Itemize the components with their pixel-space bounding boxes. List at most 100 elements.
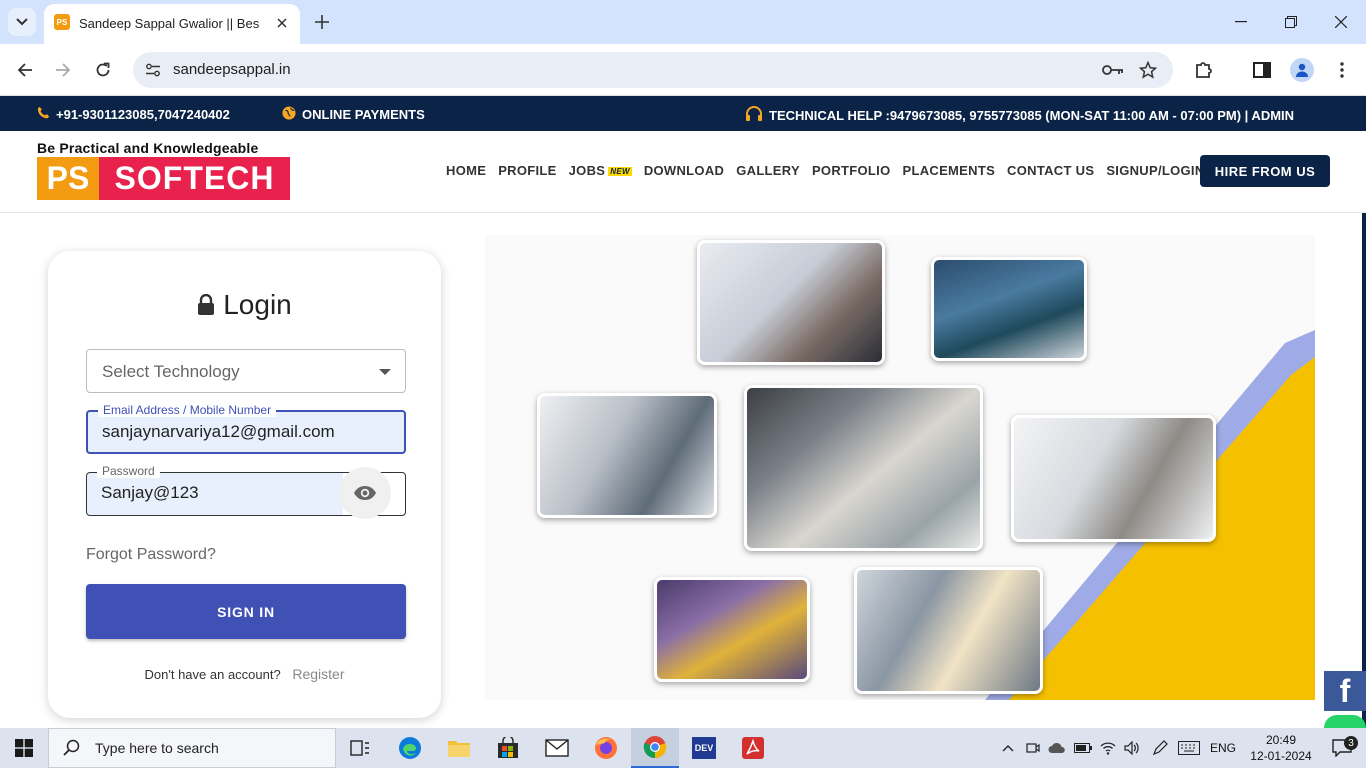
taskbar-clock[interactable]: 20:49 12-01-2024 bbox=[1248, 732, 1314, 764]
nav-jobs[interactable]: JOBS NEW bbox=[569, 163, 632, 178]
register-line: Don't have an account? Register bbox=[48, 666, 441, 682]
topbar-online-payments[interactable]: ONLINE PAYMENTS bbox=[282, 106, 425, 123]
site-favicon-icon: PS bbox=[54, 14, 70, 30]
sign-in-button[interactable]: SIGN IN bbox=[86, 584, 406, 639]
browser-tab-active[interactable]: PS Sandeep Sappal Gwalior || Best bbox=[44, 4, 300, 44]
login-title: Login bbox=[48, 289, 441, 321]
start-button[interactable] bbox=[0, 728, 48, 768]
firefox-icon bbox=[595, 737, 617, 759]
photo-office-team bbox=[697, 240, 885, 365]
main-nav: HOME PROFILE JOBS NEW DOWNLOAD GALLERY PO… bbox=[446, 163, 1217, 178]
taskbar-firefox[interactable] bbox=[582, 728, 630, 768]
taskbar-search[interactable]: Type here to search bbox=[48, 728, 336, 768]
notification-count-badge: 3 bbox=[1344, 736, 1358, 750]
windows-logo-icon bbox=[15, 739, 33, 757]
hire-from-us-button[interactable]: HIRE FROM US bbox=[1200, 155, 1330, 187]
page-scrollbar[interactable] bbox=[1362, 213, 1366, 728]
taskbar-chrome[interactable] bbox=[631, 728, 679, 768]
new-tab-button[interactable] bbox=[308, 8, 336, 36]
password-key-button[interactable] bbox=[1101, 58, 1125, 82]
restore-button[interactable] bbox=[1266, 0, 1316, 44]
clock-date: 12-01-2024 bbox=[1250, 749, 1312, 763]
task-view-button[interactable] bbox=[336, 728, 384, 768]
topbar-payments-text: ONLINE PAYMENTS bbox=[302, 107, 425, 122]
close-window-button[interactable] bbox=[1316, 0, 1366, 44]
photo-business-group bbox=[854, 567, 1043, 694]
caret-down-icon bbox=[379, 369, 391, 375]
nav-profile[interactable]: PROFILE bbox=[498, 163, 556, 178]
nav-contact[interactable]: CONTACT US bbox=[1007, 163, 1094, 178]
reload-button[interactable] bbox=[88, 55, 118, 85]
meet-now-icon[interactable] bbox=[1026, 741, 1040, 755]
taskbar-file-explorer[interactable] bbox=[435, 728, 483, 768]
site-topbar: +91-9301123085,7047240402 ONLINE PAYMENT… bbox=[0, 96, 1366, 131]
close-icon bbox=[1335, 16, 1347, 28]
register-link[interactable]: Register bbox=[292, 666, 344, 682]
browser-menu-button[interactable] bbox=[1328, 56, 1356, 84]
photo-coworkers-laptop bbox=[1011, 415, 1216, 542]
nav-signup-login[interactable]: SIGNUP/LOGIN bbox=[1106, 163, 1204, 178]
notification-center-button[interactable]: 3 bbox=[1318, 728, 1366, 768]
nav-placements[interactable]: PLACEMENTS bbox=[902, 163, 995, 178]
lock-icon bbox=[198, 294, 215, 315]
mail-icon bbox=[545, 739, 569, 757]
profile-button[interactable] bbox=[1288, 56, 1316, 84]
bookmark-star-button[interactable] bbox=[1136, 58, 1160, 82]
keyboard-icon[interactable] bbox=[1178, 741, 1200, 755]
volume-icon[interactable] bbox=[1124, 741, 1140, 755]
language-indicator[interactable]: ENG bbox=[1210, 741, 1236, 755]
close-icon bbox=[277, 18, 287, 28]
nav-home[interactable]: HOME bbox=[446, 163, 486, 178]
clock-time: 20:49 bbox=[1265, 733, 1297, 747]
pen-icon[interactable] bbox=[1152, 740, 1168, 756]
onedrive-cloud-icon[interactable] bbox=[1048, 742, 1066, 754]
nav-portfolio[interactable]: PORTFOLIO bbox=[812, 163, 891, 178]
globe-icon bbox=[282, 106, 296, 123]
tab-search-button[interactable] bbox=[8, 8, 36, 36]
minimize-icon bbox=[1235, 21, 1247, 23]
password-toggle-area bbox=[339, 467, 405, 519]
facebook-button[interactable]: f bbox=[1324, 671, 1366, 711]
site-info-button[interactable] bbox=[141, 58, 165, 82]
email-value: sanjaynarvariya12@gmail.com bbox=[102, 422, 335, 441]
windows-taskbar: Type here to search DEV ENG 20:49 12-01-… bbox=[0, 728, 1366, 768]
arrow-left-icon bbox=[17, 63, 32, 77]
password-label: Password bbox=[97, 464, 160, 478]
nav-gallery[interactable]: GALLERY bbox=[736, 163, 800, 178]
main-content: Login Select Technology Email Address / … bbox=[0, 213, 1366, 728]
taskbar-mail[interactable] bbox=[533, 728, 581, 768]
site-header: Be Practical and Knowledgeable PS SOFTEC… bbox=[0, 131, 1366, 213]
technology-select[interactable]: Select Technology bbox=[86, 349, 406, 393]
forgot-password-link[interactable]: Forgot Password? bbox=[86, 546, 216, 564]
chevron-up-icon[interactable] bbox=[1002, 744, 1014, 752]
back-button[interactable] bbox=[10, 55, 40, 85]
email-field[interactable]: Email Address / Mobile Number sanjaynarv… bbox=[86, 403, 406, 454]
avatar bbox=[1290, 58, 1314, 82]
person-icon bbox=[1296, 63, 1308, 77]
taskbar-store[interactable] bbox=[484, 728, 532, 768]
logo-tagline: Be Practical and Knowledgeable bbox=[37, 140, 259, 156]
topbar-phone[interactable]: +91-9301123085,7047240402 bbox=[37, 106, 230, 122]
site-logo[interactable]: PS SOFTECH bbox=[37, 157, 290, 200]
extensions-button[interactable] bbox=[1190, 56, 1218, 84]
address-bar[interactable]: sandeepsappal.in bbox=[133, 52, 1173, 88]
password-field[interactable]: Password Sanjay@123 bbox=[86, 464, 406, 519]
forward-button[interactable] bbox=[48, 55, 78, 85]
side-panel-button[interactable] bbox=[1248, 56, 1276, 84]
no-account-text: Don't have an account? bbox=[144, 667, 281, 682]
puzzle-icon bbox=[1196, 62, 1212, 78]
store-icon bbox=[498, 737, 518, 758]
tab-close-button[interactable] bbox=[272, 13, 292, 33]
nav-download[interactable]: DOWNLOAD bbox=[644, 163, 724, 178]
key-icon bbox=[1102, 65, 1123, 75]
wifi-icon[interactable] bbox=[1100, 741, 1116, 755]
minimize-button[interactable] bbox=[1216, 0, 1266, 44]
show-password-button[interactable] bbox=[339, 467, 391, 519]
topbar-technical-help: TECHNICAL HELP :9479673085, 9755773085 (… bbox=[745, 106, 1294, 125]
taskbar-dev-app[interactable]: DEV bbox=[680, 728, 728, 768]
taskbar-edge[interactable] bbox=[386, 728, 434, 768]
taskbar-acrobat[interactable] bbox=[729, 728, 777, 768]
battery-icon[interactable] bbox=[1074, 743, 1092, 753]
whatsapp-button[interactable] bbox=[1324, 715, 1366, 728]
reload-icon bbox=[96, 62, 110, 77]
